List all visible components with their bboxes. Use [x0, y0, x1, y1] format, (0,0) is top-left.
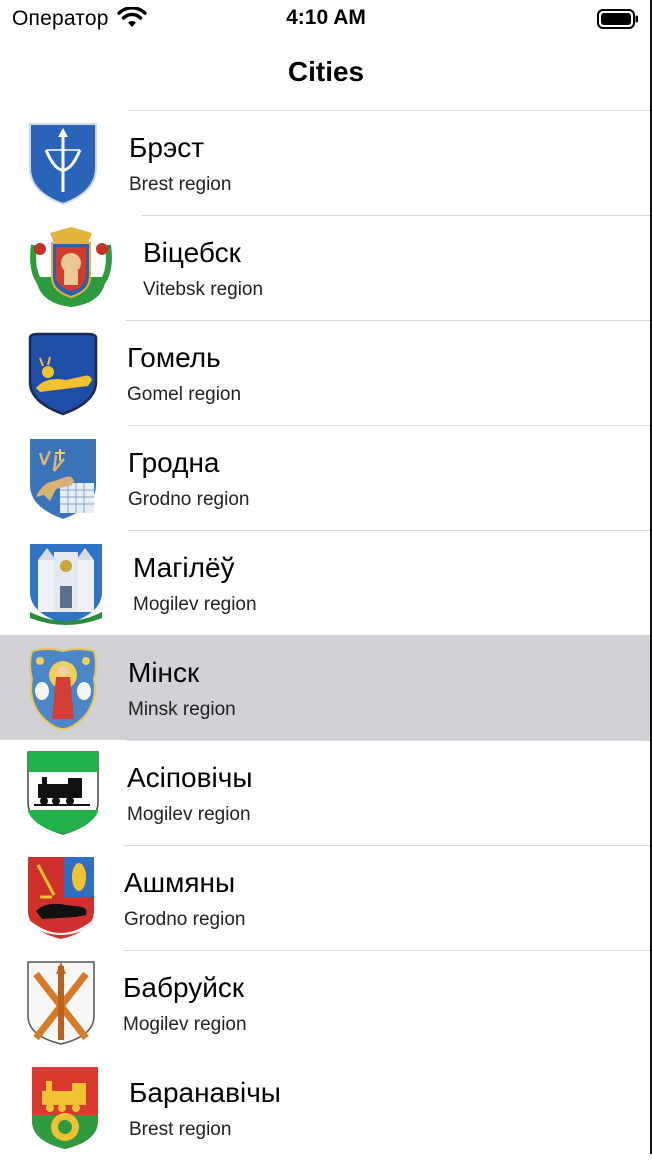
city-region: Minsk region — [128, 699, 236, 720]
row-separator — [128, 530, 652, 531]
city-region: Gomel region — [127, 384, 242, 405]
row-separator — [128, 110, 652, 111]
city-row-gomel[interactable]: Гомель Gomel region — [0, 320, 652, 425]
grodno-coat-of-arms-icon — [26, 435, 100, 521]
city-row-baranavichy[interactable]: Баранавічы Brest region — [0, 1055, 652, 1160]
row-separator — [123, 950, 652, 951]
city-region: Brest region — [129, 1119, 232, 1140]
city-row-grodno[interactable]: Гродна Grodno region — [0, 425, 652, 530]
city-row-asipovichy[interactable]: Асіповічы Mogilev region — [0, 740, 652, 845]
mogilev-coat-of-arms-icon — [26, 540, 102, 626]
minsk-coat-of-arms-icon — [26, 645, 100, 731]
babruysk-coat-of-arms-icon — [26, 960, 96, 1046]
city-row-minsk[interactable]: Мінск Minsk region — [0, 635, 652, 740]
city-region: Grodno region — [128, 489, 250, 510]
brest-coat-of-arms-icon — [26, 120, 100, 206]
city-name: Брэст — [129, 132, 205, 163]
city-row-brest[interactable]: Брэст Brest region — [0, 110, 652, 215]
row-separator — [126, 320, 652, 321]
city-region: Vitebsk region — [143, 279, 264, 300]
city-row-ashmyany[interactable]: Ашмяны Grodno region — [0, 845, 652, 950]
city-name: Ашмяны — [124, 867, 236, 898]
gomel-coat-of-arms-icon — [26, 330, 100, 416]
city-row-babruysk[interactable]: Бабруйск Mogilev region — [0, 950, 652, 1055]
city-name: Бабруйск — [123, 972, 245, 1003]
city-row-mogilev[interactable]: Магілёў Mogilev region — [0, 530, 652, 635]
row-separator — [127, 740, 652, 741]
city-name: Мінск — [128, 657, 200, 688]
city-row-vitebsk[interactable]: Віцебск Vitebsk region — [0, 215, 652, 320]
row-separator — [142, 215, 652, 216]
asipovichy-coat-of-arms-icon — [26, 750, 100, 836]
cities-table[interactable]: Брэст Brest region Віцебск Vitebsk regio… — [0, 110, 652, 1160]
city-region: Brest region — [129, 174, 232, 195]
baranavichy-coat-of-arms-icon — [30, 1065, 100, 1151]
status-time: 4:10 AM — [286, 6, 366, 29]
page-title: Cities — [287, 56, 365, 87]
status-bar: Оператор 4:10 AM — [0, 0, 652, 36]
city-name: Віцебск — [143, 237, 241, 268]
ashmyany-coat-of-arms-icon — [26, 855, 96, 941]
city-name: Асіповічы — [127, 762, 253, 793]
city-name: Магілёў — [133, 552, 235, 583]
vitebsk-coat-of-arms-icon — [28, 225, 114, 311]
city-region: Mogilev region — [127, 804, 251, 825]
city-name: Баранавічы — [129, 1077, 281, 1108]
navigation-bar: Cities — [0, 40, 652, 110]
city-name: Гомель — [127, 342, 221, 373]
row-separator — [128, 425, 652, 426]
city-region: Grodno region — [124, 909, 246, 930]
city-name: Гродна — [128, 447, 220, 478]
battery-icon — [597, 9, 639, 34]
row-separator — [124, 845, 652, 846]
city-region: Mogilev region — [123, 1014, 247, 1035]
city-region: Mogilev region — [133, 594, 257, 615]
